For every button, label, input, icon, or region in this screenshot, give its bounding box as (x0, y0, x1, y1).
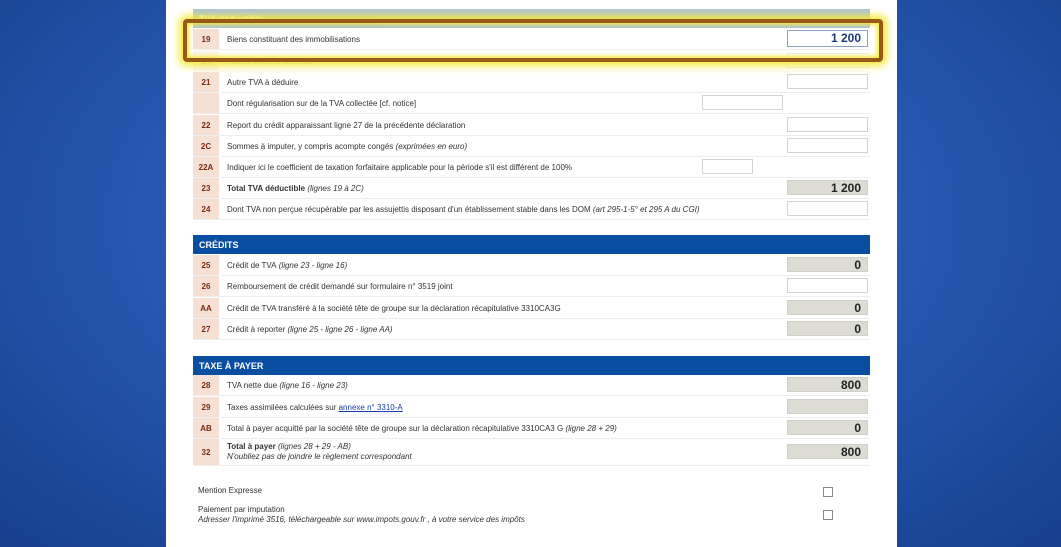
section-header-credits: CRÉDITS (193, 235, 870, 254)
row-regularisation: Dont régularisation sur de la TVA collec… (193, 93, 870, 114)
report-credit-input[interactable] (787, 117, 868, 132)
label-note: (ligne 16 - ligne 23) (279, 380, 348, 390)
mention-expresse-checkbox[interactable] (823, 487, 833, 497)
row-number: 23 (193, 178, 219, 198)
row-2c: 2C Sommes à imputer, y compris acompte c… (193, 136, 870, 157)
row-number: 26 (193, 276, 219, 296)
total-a-payer-value: 800 (787, 444, 868, 459)
row-number: 21 (193, 72, 219, 92)
tva-dom-input[interactable] (787, 201, 868, 216)
section-header-taxe: TAXE À PAYER (193, 356, 870, 375)
row-22a: 22A Indiquer ici le coefficient de taxat… (193, 157, 870, 178)
annexe-3310a-link[interactable]: annexe n° 3310-A (339, 403, 403, 412)
label-text: Crédit à reporter (227, 324, 286, 334)
row-27: 27 Crédit à reporter (ligne 25 - ligne 2… (193, 319, 870, 340)
row-number: AB (193, 418, 219, 438)
paiement-imputation-label: Paiement par imputation Adresser l'impri… (198, 505, 525, 525)
total-tva-deductible-value: 1 200 (787, 180, 868, 195)
row-number: 25 (193, 255, 219, 275)
row-label: Crédit à reporter (ligne 25 - ligne 26 -… (227, 319, 393, 339)
row-number: 22A (193, 157, 219, 177)
row-label: Total à payer (lignes 28 + 29 - AB) N'ou… (227, 439, 412, 465)
row-aa: AA Crédit de TVA transféré à la société … (193, 298, 870, 319)
label-text: Sommes à imputer, y compris acompte cong… (227, 141, 394, 151)
row-ab: AB Total à payer acquitté par la société… (193, 418, 870, 439)
tva-nette-value: 800 (787, 377, 868, 392)
total-acquitte-value: 0 (787, 420, 868, 435)
paiement-imputation-checkbox[interactable] (823, 510, 833, 520)
row-21: 21 Autre TVA à déduire (193, 72, 870, 93)
coefficient-input[interactable] (702, 159, 753, 174)
row-23: 23 Total TVA déductible (lignes 19 à 2C)… (193, 178, 870, 199)
form-page: TVA déductible 19 Biens constituant des … (166, 0, 897, 547)
label-text: Dont TVA non perçue récupérable par les … (227, 204, 591, 214)
section-title: TAXE À PAYER (199, 360, 264, 371)
row-label: Dont régularisation sur de la TVA collec… (227, 98, 417, 108)
row-label: Report du crédit apparaissant ligne 27 d… (227, 120, 466, 130)
row-label: Sommes à imputer, y compris acompte cong… (227, 136, 467, 156)
remboursement-input[interactable] (787, 278, 868, 293)
row-label: Remboursement de crédit demandé sur form… (227, 281, 453, 291)
sommes-imputer-input[interactable] (787, 138, 868, 153)
imputation-note: Adresser l'imprimé 3516, téléchargeable … (198, 515, 525, 524)
label-text: Taxes assimilées calculées sur (227, 402, 337, 412)
row-label: Total à payer acquitté par la société tê… (227, 418, 617, 438)
label-note: (ligne 25 - ligne 26 - ligne AA) (287, 324, 393, 334)
row-number: 29 (193, 397, 219, 417)
row-29: 29 Taxes assimilées calculées sur annexe… (193, 397, 870, 418)
label-note: (lignes 28 + 29 - AB) (278, 442, 351, 451)
row-25: 25 Crédit de TVA (ligne 23 - ligne 16) 0 (193, 255, 870, 276)
row-label: Indiquer ici le coefficient de taxation … (227, 162, 572, 172)
label-text: Total TVA déductible (227, 183, 306, 193)
row-label: TVA nette due (ligne 16 - ligne 23) (227, 375, 348, 395)
row-number: 22 (193, 115, 219, 135)
autre-tva-input[interactable] (787, 74, 868, 89)
label-reminder: N'oubliez pas de joindre le règlement co… (227, 452, 412, 461)
credit-tva-value: 0 (787, 257, 868, 272)
row-number: 28 (193, 375, 219, 395)
credit-transfere-value: 0 (787, 300, 868, 315)
row-number (193, 93, 219, 113)
label-text: Total à payer acquitté par la société tê… (227, 423, 564, 433)
row-24: 24 Dont TVA non perçue récupérable par l… (193, 199, 870, 220)
label-note: (ligne 23 - ligne 16) (278, 260, 348, 270)
row-32: 32 Total à payer (lignes 28 + 29 - AB) N… (193, 439, 870, 466)
section-title: CRÉDITS (199, 239, 239, 250)
label-text: Total à payer (227, 442, 276, 451)
row-number: 32 (193, 439, 219, 465)
row-number: 27 (193, 319, 219, 339)
label-note: (ligne 28 + 29) (565, 423, 617, 433)
mention-expresse-label: Mention Expresse (198, 486, 263, 495)
row-28: 28 TVA nette due (ligne 16 - ligne 23) 8… (193, 375, 870, 396)
row-label: Autre TVA à déduire (227, 77, 299, 87)
row-number: 2C (193, 136, 219, 156)
imputation-title: Paiement par imputation (198, 505, 285, 514)
row-22: 22 Report du crédit apparaissant ligne 2… (193, 115, 870, 136)
row-label: Taxes assimilées calculées sur annexe n°… (227, 397, 403, 417)
label-note: (art 295-1-5° et 295 A du CGI) (592, 204, 700, 214)
row-label: Dont TVA non perçue récupérable par les … (227, 199, 700, 219)
row-label: Total TVA déductible (lignes 19 à 2C) (227, 178, 364, 198)
label-note: (exprimées en euro) (395, 141, 468, 151)
regularisation-input[interactable] (702, 95, 783, 110)
taxes-assimilees-value (787, 399, 868, 414)
row-label: Crédit de TVA (ligne 23 - ligne 16) (227, 255, 347, 275)
label-text: TVA nette due (227, 380, 278, 390)
row-label: Crédit de TVA transféré à la société têt… (227, 303, 561, 313)
row-number: AA (193, 298, 219, 318)
credit-reporter-value: 0 (787, 321, 868, 336)
row-26: 26 Remboursement de crédit demandé sur f… (193, 276, 870, 297)
focus-highlight-frame (183, 19, 883, 62)
label-note: (lignes 19 à 2C) (307, 183, 364, 193)
label-text: Crédit de TVA (227, 260, 277, 270)
row-number: 24 (193, 199, 219, 219)
